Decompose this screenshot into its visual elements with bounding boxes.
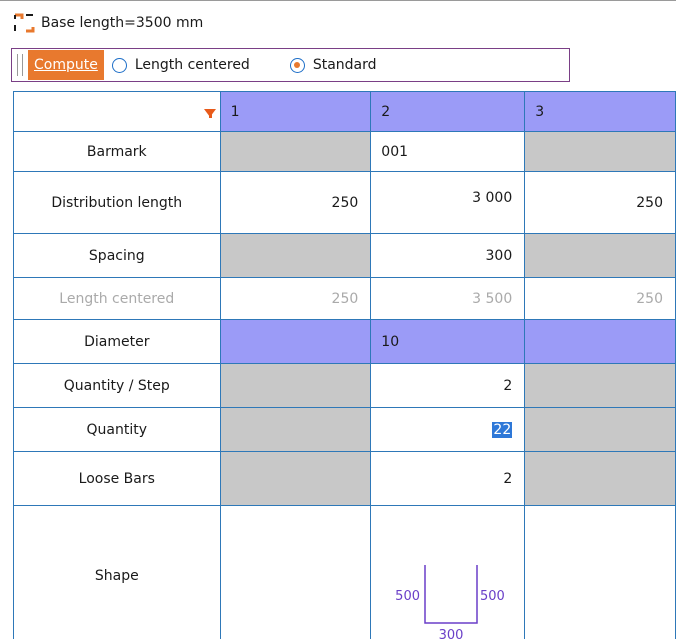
grid-cell[interactable]: 3 000 — [370, 171, 526, 234]
grid-cell[interactable]: 2 — [370, 363, 526, 408]
grid-cell[interactable]: 10 — [370, 319, 526, 364]
grid-cell — [219, 233, 372, 278]
row-label: Quantity — [13, 407, 221, 452]
grid-cell — [219, 451, 372, 506]
grid-cell — [524, 505, 676, 639]
column-header[interactable]: 1 — [219, 91, 372, 132]
grid-cell — [219, 131, 372, 172]
barmark-row: Barmark 001 — [13, 131, 676, 172]
length-centered-radio[interactable]: Length centered — [111, 57, 250, 73]
quantity-row: Quantity 22 — [13, 407, 676, 452]
row-label: Diameter — [13, 319, 221, 364]
grid-cell — [524, 363, 676, 408]
column-header[interactable]: 2 — [370, 91, 526, 132]
toolbar-grip[interactable] — [17, 54, 23, 76]
column-header-row: 1 2 3 — [13, 91, 676, 132]
filter-cell[interactable] — [13, 91, 221, 132]
column-header[interactable]: 3 — [524, 91, 676, 132]
grid-cell — [219, 407, 372, 452]
compute-label: Compute — [34, 57, 98, 73]
shape-right-dim: 500 — [480, 589, 505, 604]
grid-cell[interactable]: 250 — [524, 171, 676, 234]
grid-cell[interactable]: 001 — [370, 131, 526, 172]
length-centered-row: Length centered 250 3 500 250 — [13, 277, 676, 320]
row-label: Loose Bars — [13, 451, 221, 506]
grid-cell — [219, 319, 372, 364]
bracket-icon — [14, 13, 35, 33]
grid-cell — [219, 363, 372, 408]
standard-radio[interactable]: Standard — [289, 57, 377, 73]
distribution-length-row: Distribution length 250 3 000 250 — [13, 171, 676, 234]
grid-cell: 250 — [524, 277, 676, 320]
toolbar: Compute Length centered Standard — [11, 48, 570, 82]
row-label: Length centered — [13, 277, 221, 320]
header: Base length=3500 mm — [13, 12, 203, 34]
grid-cell — [524, 131, 676, 172]
quantity-input[interactable]: 22 — [492, 421, 513, 438]
quantity-step-row: Quantity / Step 2 — [13, 363, 676, 408]
base-length-label: Base length=3500 mm — [41, 15, 204, 31]
shape-left-dim: 500 — [395, 589, 420, 604]
row-label: Distribution length — [13, 171, 221, 234]
diameter-row: Diameter 10 — [13, 319, 676, 364]
grid-cell — [524, 319, 676, 364]
grid-cell[interactable]: 2 — [370, 451, 526, 506]
grid-cell — [219, 505, 372, 639]
shape-cell[interactable]: 500 500 300 — [370, 505, 526, 639]
quantity-input-cell[interactable]: 22 — [370, 407, 526, 452]
grid-cell: 250 — [219, 277, 372, 320]
radio-selected-icon — [289, 57, 305, 73]
row-label: Spacing — [13, 233, 221, 278]
bar-shape-diagram: 500 500 300 — [395, 564, 505, 639]
length-centered-label: Length centered — [134, 57, 250, 73]
grid-cell[interactable]: 300 — [370, 233, 526, 278]
compute-button[interactable]: Compute — [28, 50, 104, 80]
filter-icon[interactable] — [204, 108, 217, 117]
radio-circle-icon — [111, 57, 127, 73]
top-border — [0, 0, 676, 1]
row-label: Quantity / Step — [13, 363, 221, 408]
standard-label: Standard — [312, 57, 377, 73]
grid-cell — [524, 407, 676, 452]
row-label: Shape — [13, 505, 221, 639]
grid-cell — [524, 233, 676, 278]
spacing-row: Spacing 300 — [13, 233, 676, 278]
shape-row: Shape 500 500 300 — [13, 505, 676, 639]
bar-shape-line — [424, 564, 479, 624]
grid-cell[interactable]: 250 — [219, 171, 372, 234]
bar-grid: 1 2 3 Barmark 001 Distribution length 25… — [13, 91, 676, 639]
row-label: Barmark — [13, 131, 221, 172]
shape-bottom-dim: 300 — [439, 628, 464, 639]
grid-cell — [524, 451, 676, 506]
grid-cell: 3 500 — [370, 277, 526, 320]
loose-bars-row: Loose Bars 2 — [13, 451, 676, 506]
